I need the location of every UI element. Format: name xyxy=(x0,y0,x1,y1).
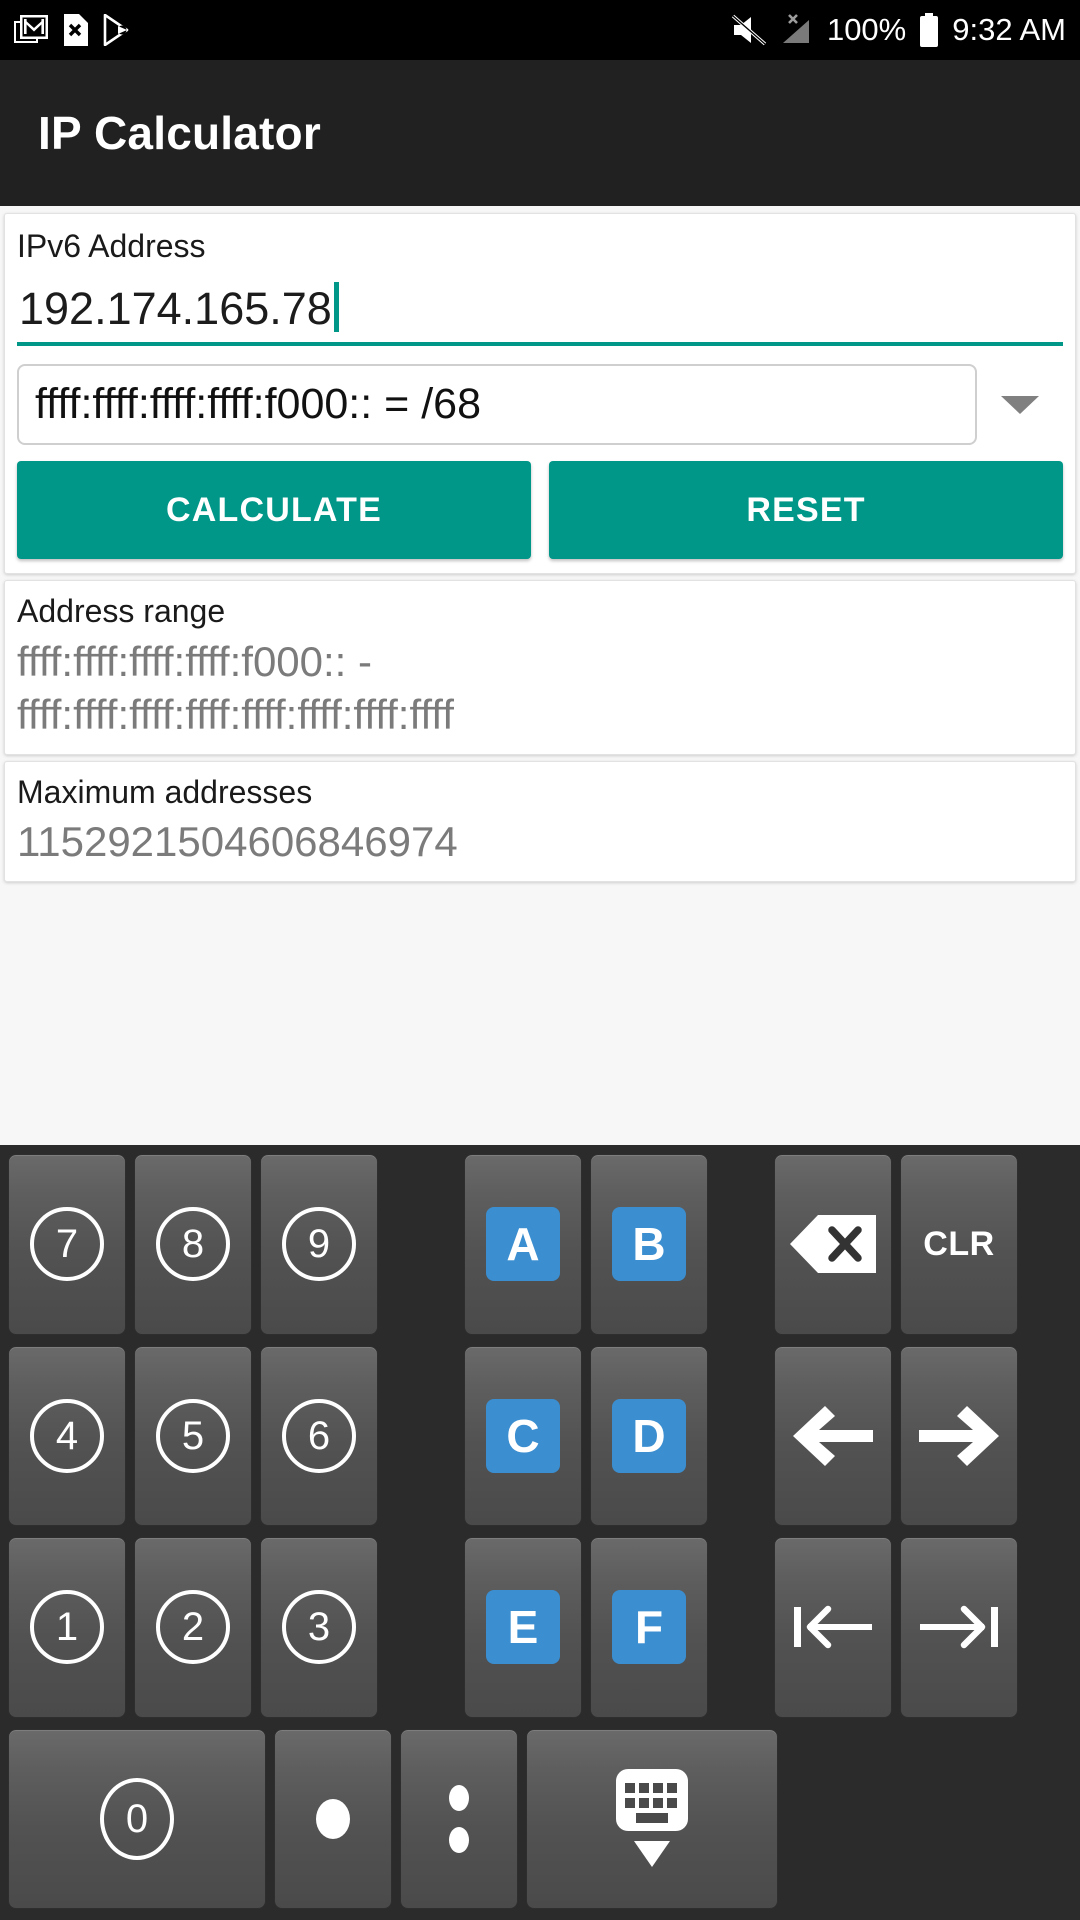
key-7-label: 7 xyxy=(30,1207,104,1282)
file-x-icon xyxy=(62,14,88,46)
key-1-label: 1 xyxy=(30,1590,104,1665)
key-move-to-start[interactable] xyxy=(774,1537,892,1718)
page-title: IP Calculator xyxy=(38,107,321,159)
backspace-icon xyxy=(788,1213,878,1275)
arrow-to-end-icon xyxy=(912,1595,1006,1659)
key-3-label: 3 xyxy=(282,1590,356,1665)
keypad-row-4: 0 xyxy=(4,1726,1076,1913)
app-screen: 100% 9:32 AM IP Calculator IPv6 Address … xyxy=(0,0,1080,1920)
key-e[interactable]: E xyxy=(464,1537,582,1718)
status-bar: 100% 9:32 AM xyxy=(0,0,1080,60)
status-bar-right-icons: 100% 9:32 AM xyxy=(731,12,1066,48)
netmask-spinner[interactable]: ffff:ffff:ffff:ffff:f000:: = /68 xyxy=(17,364,977,445)
netmask-selected-value: ffff:ffff:ffff:ffff:f000:: = /68 xyxy=(35,380,481,428)
key-clr-label: CLR xyxy=(923,1224,995,1263)
reset-button[interactable]: RESET xyxy=(549,461,1063,559)
keypad-spacer xyxy=(712,1151,770,1338)
key-6-label: 6 xyxy=(282,1398,356,1473)
maximum-addresses-card: Maximum addresses 1152921504606846974 xyxy=(4,760,1076,882)
maximum-addresses-value: 1152921504606846974 xyxy=(17,818,458,866)
dot-icon xyxy=(316,1798,350,1839)
key-hide-keyboard[interactable] xyxy=(526,1728,778,1909)
key-8-label: 8 xyxy=(156,1207,230,1282)
key-clr[interactable]: CLR xyxy=(900,1154,1018,1335)
text-caret xyxy=(333,282,339,332)
keypad-row-3: 1 2 3 E F xyxy=(4,1534,1076,1721)
action-button-row: CALCULATE RESET xyxy=(17,461,1063,559)
key-0-label: 0 xyxy=(100,1777,174,1860)
key-0[interactable]: 0 xyxy=(8,1728,266,1909)
key-3[interactable]: 3 xyxy=(260,1537,378,1718)
key-4-label: 4 xyxy=(30,1398,104,1473)
key-cursor-right[interactable] xyxy=(900,1345,1018,1526)
keypad-spacer xyxy=(712,1343,770,1530)
address-input[interactable]: 192.174.165.78 xyxy=(17,276,1063,346)
gmail-icon xyxy=(14,15,48,45)
keypad-spacer xyxy=(382,1343,460,1530)
arrow-right-icon xyxy=(913,1400,1005,1472)
key-e-label: E xyxy=(486,1590,560,1665)
key-1[interactable]: 1 xyxy=(8,1537,126,1718)
clock-label: 9:32 AM xyxy=(952,12,1066,47)
address-range-value-line1: ffff:ffff:ffff:ffff:f000:: - xyxy=(17,637,373,685)
key-2-label: 2 xyxy=(156,1590,230,1665)
main-content: IPv6 Address 192.174.165.78 ffff:ffff:ff… xyxy=(0,206,1080,1145)
keypad-spacer xyxy=(712,1534,770,1721)
maximum-addresses-label: Maximum addresses xyxy=(17,773,313,810)
app-bar: IP Calculator xyxy=(0,60,1080,206)
address-range-label: Address range xyxy=(17,593,226,629)
key-a[interactable]: A xyxy=(464,1154,582,1335)
key-5-label: 5 xyxy=(156,1398,230,1473)
key-5[interactable]: 5 xyxy=(134,1345,252,1526)
key-cursor-left[interactable] xyxy=(774,1345,892,1526)
key-b[interactable]: B xyxy=(590,1154,708,1335)
calculate-button[interactable]: CALCULATE xyxy=(17,461,531,559)
arrow-to-start-icon xyxy=(786,1595,880,1659)
key-9[interactable]: 9 xyxy=(260,1154,378,1335)
key-2[interactable]: 2 xyxy=(134,1537,252,1718)
colon-icon xyxy=(449,1784,469,1853)
key-a-label: A xyxy=(486,1207,560,1282)
address-range-value-line2: ffff:ffff:ffff:ffff:ffff:ffff:ffff:ffff xyxy=(17,691,454,739)
key-c-label: C xyxy=(486,1398,560,1473)
key-backspace[interactable] xyxy=(774,1154,892,1335)
battery-icon xyxy=(918,13,940,47)
spinner-dropdown-button[interactable] xyxy=(977,395,1063,414)
arrow-left-icon xyxy=(787,1400,879,1472)
key-colon[interactable] xyxy=(400,1728,518,1909)
mute-icon xyxy=(731,14,767,46)
signal-no-service-icon xyxy=(779,13,815,47)
keypad-spacer xyxy=(382,1534,460,1721)
key-d-label: D xyxy=(612,1398,686,1473)
battery-percent-label: 100% xyxy=(826,12,907,47)
key-f[interactable]: F xyxy=(590,1537,708,1718)
key-9-label: 9 xyxy=(282,1207,356,1282)
hide-keyboard-icon xyxy=(602,1765,702,1873)
key-7[interactable]: 7 xyxy=(8,1154,126,1335)
key-4[interactable]: 4 xyxy=(8,1345,126,1526)
key-c[interactable]: C xyxy=(464,1345,582,1526)
keypad-row-2: 4 5 6 C D xyxy=(4,1343,1076,1530)
key-8[interactable]: 8 xyxy=(134,1154,252,1335)
status-bar-left-icons xyxy=(14,14,132,46)
key-6[interactable]: 6 xyxy=(260,1345,378,1526)
key-f-label: F xyxy=(612,1590,686,1665)
key-dot[interactable] xyxy=(274,1728,392,1909)
key-move-to-end[interactable] xyxy=(900,1537,1018,1718)
hex-keypad: 7 8 9 A B CLR 4 5 6 C D 1 2 3 E F 0 xyxy=(0,1145,1080,1920)
keypad-row-1: 7 8 9 A B CLR xyxy=(4,1151,1076,1338)
address-input-value: 192.174.165.78 xyxy=(19,282,332,334)
key-b-label: B xyxy=(612,1207,686,1282)
key-d[interactable]: D xyxy=(590,1345,708,1526)
netmask-spinner-row[interactable]: ffff:ffff:ffff:ffff:f000:: = /68 xyxy=(17,364,1063,445)
play-store-icon xyxy=(102,14,132,46)
chevron-down-icon xyxy=(1001,395,1039,414)
input-card: IPv6 Address 192.174.165.78 ffff:ffff:ff… xyxy=(4,213,1076,574)
keypad-spacer xyxy=(382,1151,460,1338)
address-field-label: IPv6 Address xyxy=(17,228,206,264)
address-range-card: Address range ffff:ffff:ffff:ffff:f000::… xyxy=(4,580,1076,755)
